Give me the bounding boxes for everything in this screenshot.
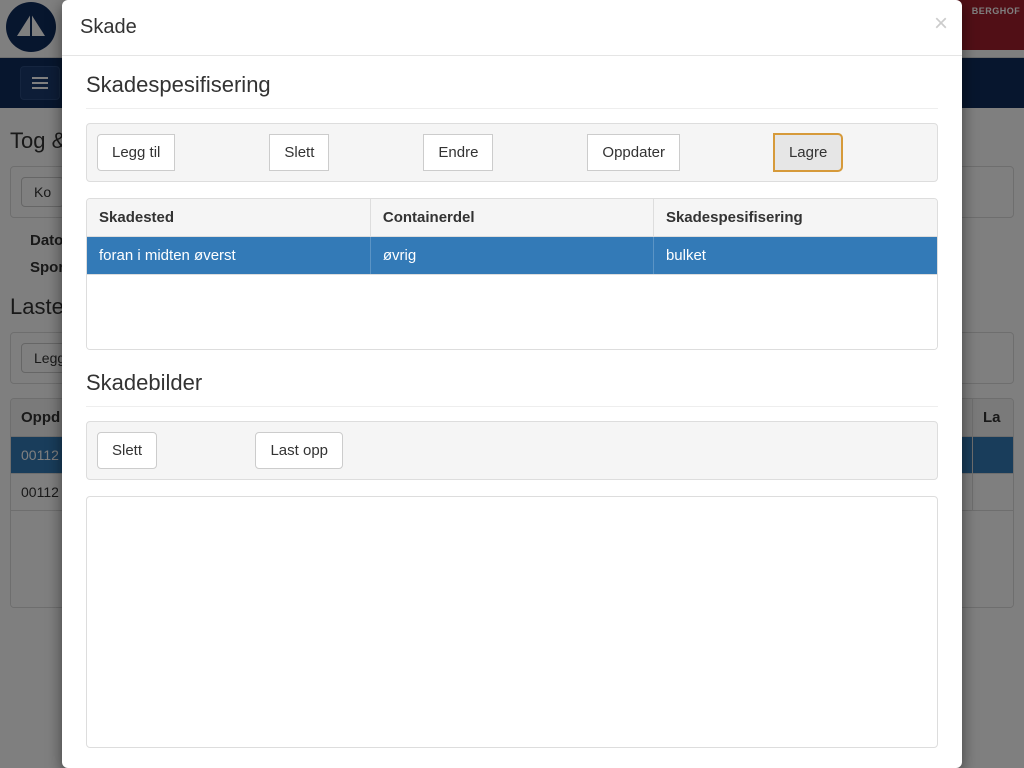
spec-table-head: Skadested Containerdel Skadespesifiserin…: [87, 199, 937, 237]
th-skadested[interactable]: Skadested: [87, 199, 371, 236]
update-button[interactable]: Oppdater: [587, 134, 680, 171]
cell-skadespesifisering: bulket: [654, 237, 937, 274]
th-containerdel[interactable]: Containerdel: [371, 199, 654, 236]
section-title-images: Skadebilder: [86, 370, 938, 396]
cell-skadested: foran i midten øverst: [87, 237, 371, 274]
spec-table: Skadested Containerdel Skadespesifiserin…: [86, 198, 938, 350]
section-title-spec: Skadespesifisering: [86, 72, 938, 98]
th-skadespesifisering[interactable]: Skadespesifisering: [654, 199, 937, 236]
image-dropzone[interactable]: [86, 496, 938, 748]
image-upload-button[interactable]: Last opp: [255, 432, 343, 469]
images-toolbar: Slett Last opp: [86, 421, 938, 480]
table-row[interactable]: foran i midten øverst øvrig bulket: [87, 237, 937, 275]
delete-button[interactable]: Slett: [269, 134, 329, 171]
modal-skade: Skade × Skadespesifisering Legg til Slet…: [62, 0, 962, 768]
spec-btn-group: Legg til Slett Endre Oppdater Lagre: [97, 134, 842, 171]
modal-header: Skade ×: [62, 0, 962, 56]
close-icon[interactable]: ×: [934, 12, 948, 36]
image-delete-button[interactable]: Slett: [97, 432, 157, 469]
add-button[interactable]: Legg til: [97, 134, 175, 171]
cell-containerdel: øvrig: [371, 237, 654, 274]
spec-toolbar: Legg til Slett Endre Oppdater Lagre: [86, 123, 938, 182]
modal-body: Skadespesifisering Legg til Slett Endre …: [62, 56, 962, 764]
edit-button[interactable]: Endre: [423, 134, 493, 171]
spec-table-body: foran i midten øverst øvrig bulket: [87, 237, 937, 349]
modal-title: Skade: [80, 16, 944, 39]
save-button[interactable]: Lagre: [774, 134, 842, 171]
divider: [86, 406, 938, 407]
divider: [86, 108, 938, 109]
